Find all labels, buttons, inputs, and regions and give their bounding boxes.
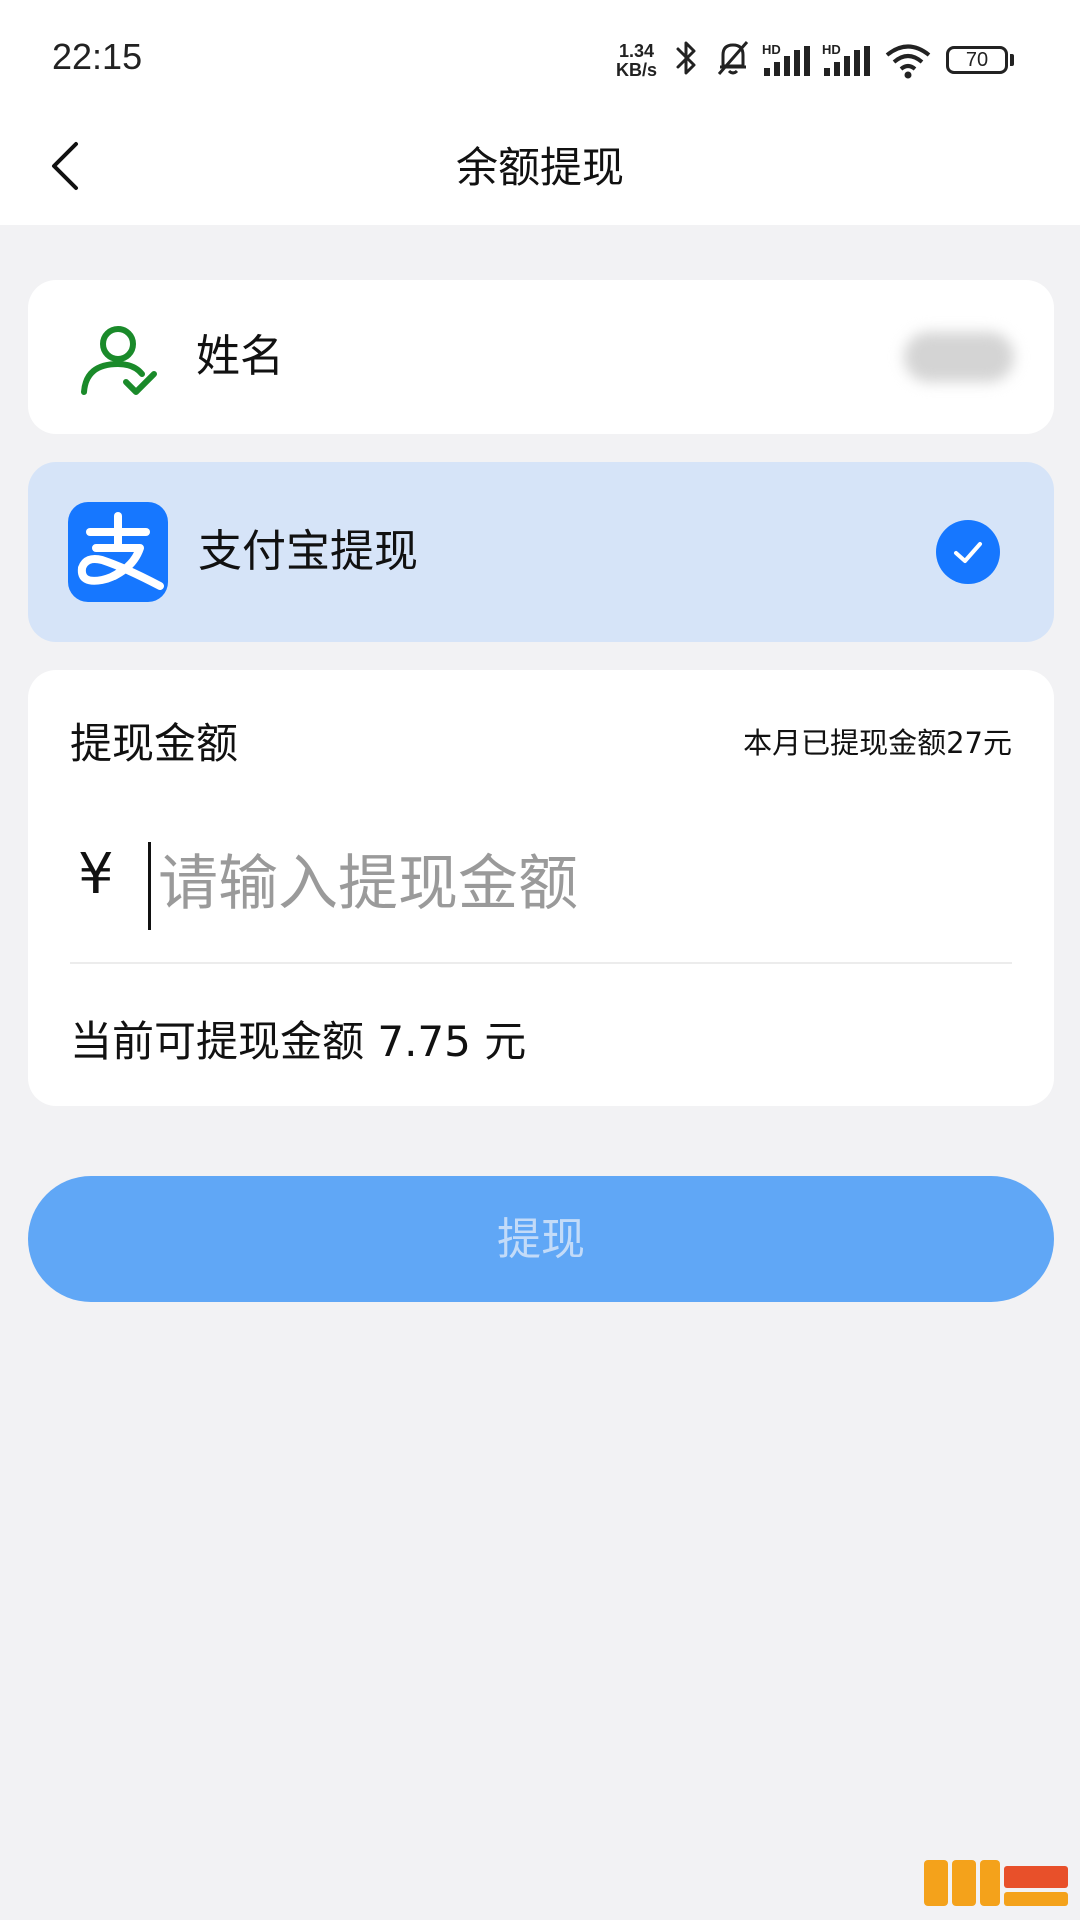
chevron-left-icon — [52, 142, 78, 190]
name-label: 姓名 — [196, 331, 284, 382]
payment-option-alipay[interactable]: 支付宝提现 — [28, 462, 1054, 642]
wifi-icon — [885, 44, 931, 79]
page-header: 余额提现 — [0, 110, 1080, 225]
divider — [70, 962, 1012, 964]
signal-icon — [764, 46, 810, 76]
payment-option-label: 支付宝提现 — [198, 526, 418, 577]
back-button[interactable] — [36, 136, 96, 196]
watermark-logo-icon — [924, 1860, 1068, 1906]
user-check-icon — [81, 326, 157, 395]
text-cursor — [148, 842, 151, 930]
network-speed: 1.34 KB/s — [616, 42, 657, 80]
amount-input[interactable] — [156, 828, 1000, 940]
name-value-blurred — [904, 332, 1014, 382]
currency-symbol: ¥ — [78, 842, 114, 907]
battery-icon: 70 — [946, 46, 1008, 74]
status-bar: 22:15 1.34 KB/s HD HD 70 — [0, 0, 1080, 110]
network-speed-unit: KB/s — [616, 60, 658, 80]
bluetooth-icon — [676, 41, 696, 75]
bell-muted-icon — [717, 41, 749, 75]
battery-tip — [1010, 54, 1014, 66]
status-time: 22:15 — [52, 36, 143, 77]
monthly-withdrawn-note: 本月已提现金额27元 — [743, 726, 1012, 760]
available-amount: 当前可提现金额 7.75 元 — [70, 1017, 527, 1066]
withdraw-button[interactable]: 提现 — [28, 1176, 1054, 1302]
amount-title: 提现金额 — [70, 719, 239, 768]
amount-card: 提现金额 本月已提现金额27元 ¥ 当前可提现金额 7.75 元 — [28, 670, 1054, 1106]
network-speed-value: 1.34 — [618, 41, 655, 61]
page-title: 余额提现 — [455, 143, 624, 192]
name-row: 姓名 — [28, 280, 1054, 434]
signal-icon — [824, 46, 870, 76]
selected-check-icon[interactable] — [936, 520, 1000, 584]
alipay-logo-icon — [68, 502, 168, 602]
